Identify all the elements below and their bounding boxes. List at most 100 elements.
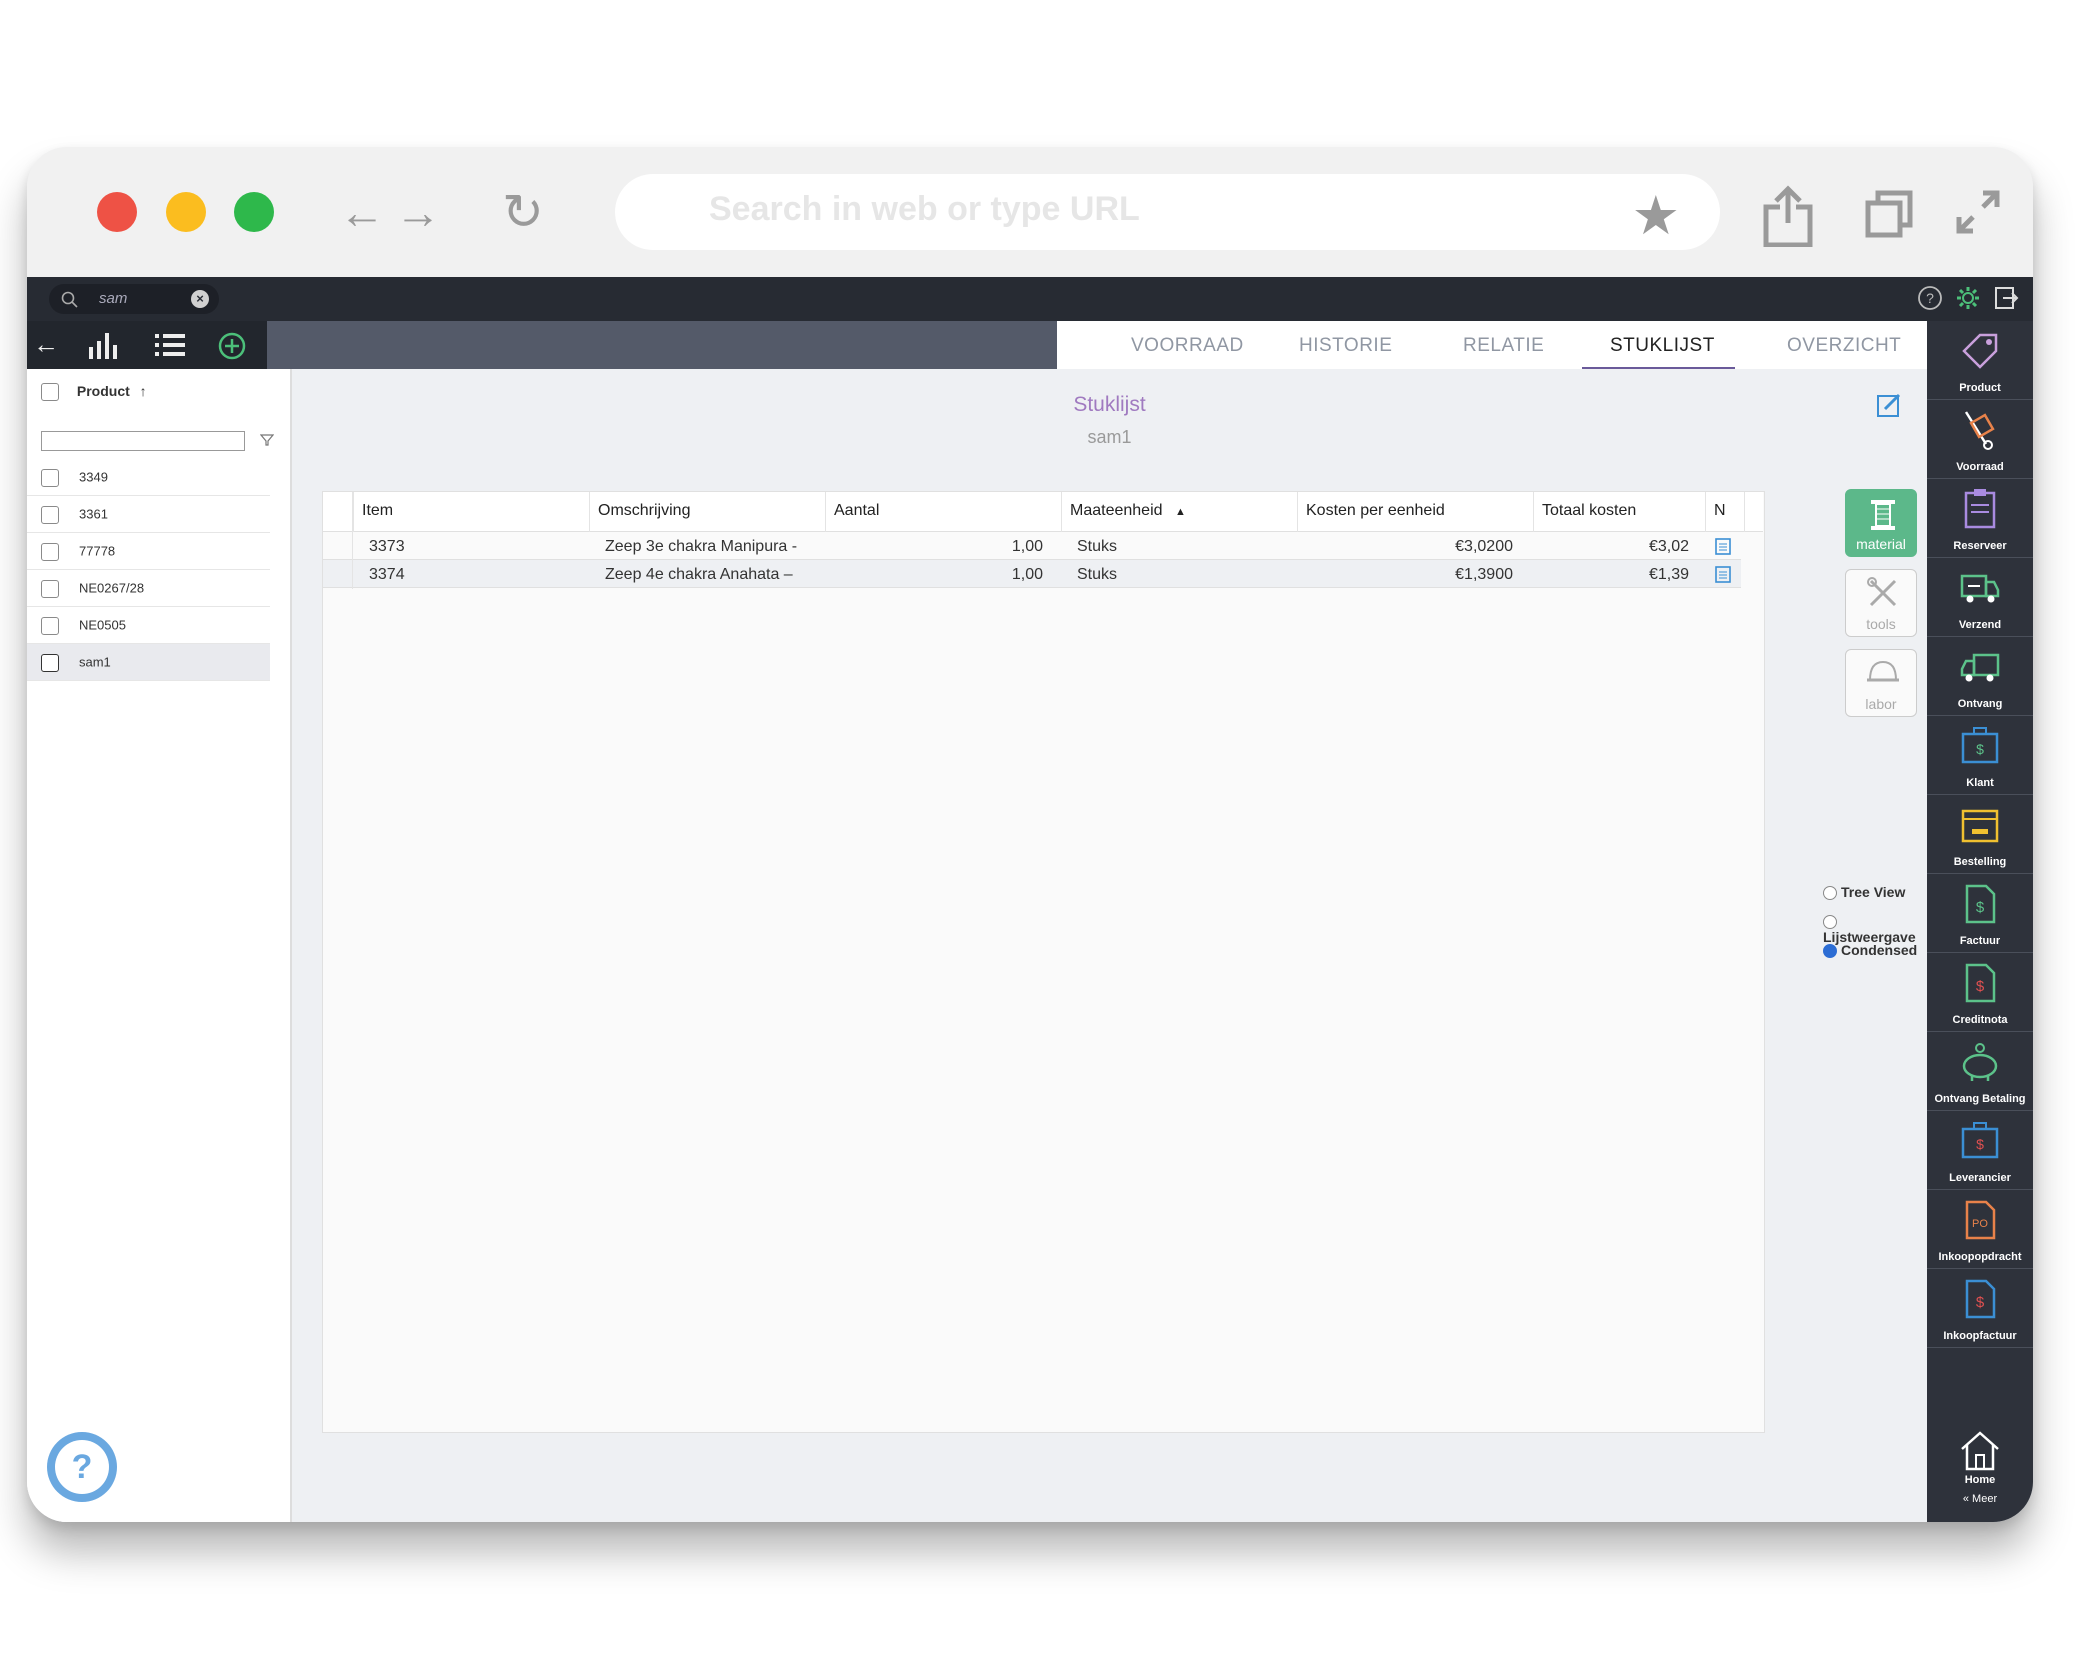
nav-inkoopfactuur[interactable]: $ Inkoopfactuur [1927,1269,2033,1348]
minimize-window-button[interactable] [166,192,206,232]
nav-ontvang[interactable]: Ontvang [1927,637,2033,716]
list-item[interactable]: 3349 [27,459,270,496]
more-link[interactable]: « Meer [1927,1493,2033,1505]
settings-gear-icon[interactable] [1955,285,1981,311]
column-header-omschrijving[interactable]: Omschrijving [589,492,825,532]
tab-historie[interactable]: HISTORIE [1299,335,1392,357]
page-subtitle: sam1 [1087,427,1132,447]
note-icon[interactable] [1715,537,1731,555]
list-icon[interactable] [155,333,185,357]
nav-reserveer[interactable]: Reserveer [1927,479,2033,558]
nav-label: Product [1959,382,2001,394]
nav-label: Inkoopopdracht [1938,1251,2022,1263]
list-item-label: NE0267/28 [79,580,145,596]
table-row[interactable]: 3373 Zeep 3e chakra Manipura - 1,00 Stuk… [323,532,1741,560]
cell-aantal: 1,00 [1011,538,1043,555]
row-checkbox[interactable] [41,654,59,672]
reload-icon[interactable]: ↻ [502,187,544,237]
close-window-button[interactable] [97,192,137,232]
select-all-checkbox[interactable] [41,383,59,402]
labor-button-label: labor [1865,696,1897,712]
help-icon[interactable]: ? [1917,285,1943,311]
list-item-label: 3349 [79,469,108,485]
lijstweergave-option[interactable]: Lijstweergave [1823,913,1927,945]
labor-button[interactable]: labor [1845,649,1917,717]
tools-button[interactable]: tools [1845,569,1917,637]
list-item[interactable]: NE0505 [27,607,270,644]
edit-icon[interactable] [1875,391,1903,419]
clear-search-icon[interactable]: × [191,290,209,308]
nav-voorraad[interactable]: Voorraad [1927,400,2033,479]
table-row[interactable]: 3374 Zeep 4e chakra Anahata – 1,00 Stuks… [323,560,1741,588]
fullscreen-icon[interactable] [1955,189,2001,235]
nav-verzend[interactable]: Verzend [1927,558,2033,637]
nav-label: Bestelling [1953,856,2007,868]
nav-label: Home [1964,1474,1996,1486]
svg-text:$: $ [1976,1294,1985,1311]
list-item[interactable]: 3361 [27,496,270,533]
row-checkbox[interactable] [41,543,59,561]
condensed-option[interactable]: Condensed [1823,942,1917,959]
home-icon [1961,1431,1999,1471]
back-arrow-icon[interactable]: ← [339,187,385,237]
product-list-header[interactable]: Product ↑ [41,383,147,402]
add-icon[interactable] [217,331,247,361]
tree-view-label: Tree View [1841,884,1906,900]
column-header-totaal-kosten[interactable]: Totaal kosten [1533,492,1705,532]
note-icon[interactable] [1715,565,1731,583]
tabs-icon[interactable] [1864,189,1914,239]
product-column-label: Product [76,383,130,399]
box-icon [1961,809,1999,843]
product-filter-input[interactable] [41,431,245,451]
maximize-window-button[interactable] [234,192,274,232]
material-button[interactable]: material [1845,489,1917,557]
cell-maateenheid: Stuks [1077,566,1118,583]
nav-ontvang-betaling[interactable]: Ontvang Betaling [1927,1032,2033,1111]
nav-inkoopopdracht[interactable]: PO Inkoopopdracht [1927,1190,2033,1269]
filter-icon[interactable] [260,433,274,447]
row-checkbox[interactable] [41,469,59,487]
list-item[interactable]: NE0267/28 [27,570,270,607]
column-header-maateenheid[interactable]: Maateenheid ▲ [1061,492,1297,532]
logout-icon[interactable] [1993,285,2019,311]
search-input[interactable]: sam [99,290,127,307]
row-checkbox[interactable] [41,506,59,524]
condensed-radio[interactable] [1823,944,1837,959]
nav-leverancier[interactable]: $ Leverancier [1927,1111,2033,1190]
column-header-n[interactable]: N [1705,492,1745,532]
share-icon[interactable] [1762,185,1814,247]
nav-factuur[interactable]: $ Factuur [1927,874,2033,953]
tab-overzicht[interactable]: OVERZICHT [1787,335,1901,357]
nav-creditnota[interactable]: $ Creditnota [1927,953,2033,1032]
column-header-maateenheid-label: Maateenheid [1070,502,1163,519]
sort-ascending-icon: ↑ [139,383,147,399]
global-search[interactable]: sam × [49,284,219,314]
topbar-icons: ? [1917,285,2019,311]
url-bar[interactable]: Search in web or type URL ★ [615,174,1720,250]
tab-voorraad[interactable]: VOORRAAD [1131,335,1244,357]
chat-help-button[interactable]: ? [47,1432,117,1502]
column-header-item[interactable]: Item [353,492,589,532]
list-item-selected[interactable]: sam1 [27,644,270,681]
back-icon[interactable]: ← [33,329,59,360]
lijstweergave-radio[interactable] [1823,915,1837,930]
bookmark-star-icon[interactable]: ★ [1632,184,1680,247]
column-header-aantal[interactable]: Aantal [825,492,1061,532]
forward-arrow-icon[interactable]: → [395,187,441,237]
nav-home[interactable]: Home [1927,1421,2033,1491]
row-checkbox[interactable] [41,617,59,635]
list-item[interactable]: 77778 [27,533,270,570]
tree-view-option[interactable]: Tree View [1823,884,1906,901]
tab-stuklijst[interactable]: STUKLIJST [1610,335,1715,357]
nav-bestelling[interactable]: Bestelling [1927,795,2033,874]
column-header-kosten-per-eenheid[interactable]: Kosten per eenheid [1297,492,1533,532]
list-item-label: 3361 [79,506,108,522]
nav-klant[interactable]: $ Klant [1927,716,2033,795]
tree-view-radio[interactable] [1823,886,1837,901]
row-checkbox[interactable] [41,580,59,598]
cell-totaal: €1,39 [1648,566,1689,583]
cell-maateenheid: Stuks [1077,538,1118,555]
chart-icon[interactable] [87,331,119,359]
tab-relatie[interactable]: RELATIE [1463,335,1544,357]
nav-product[interactable]: Product [1927,321,2033,400]
